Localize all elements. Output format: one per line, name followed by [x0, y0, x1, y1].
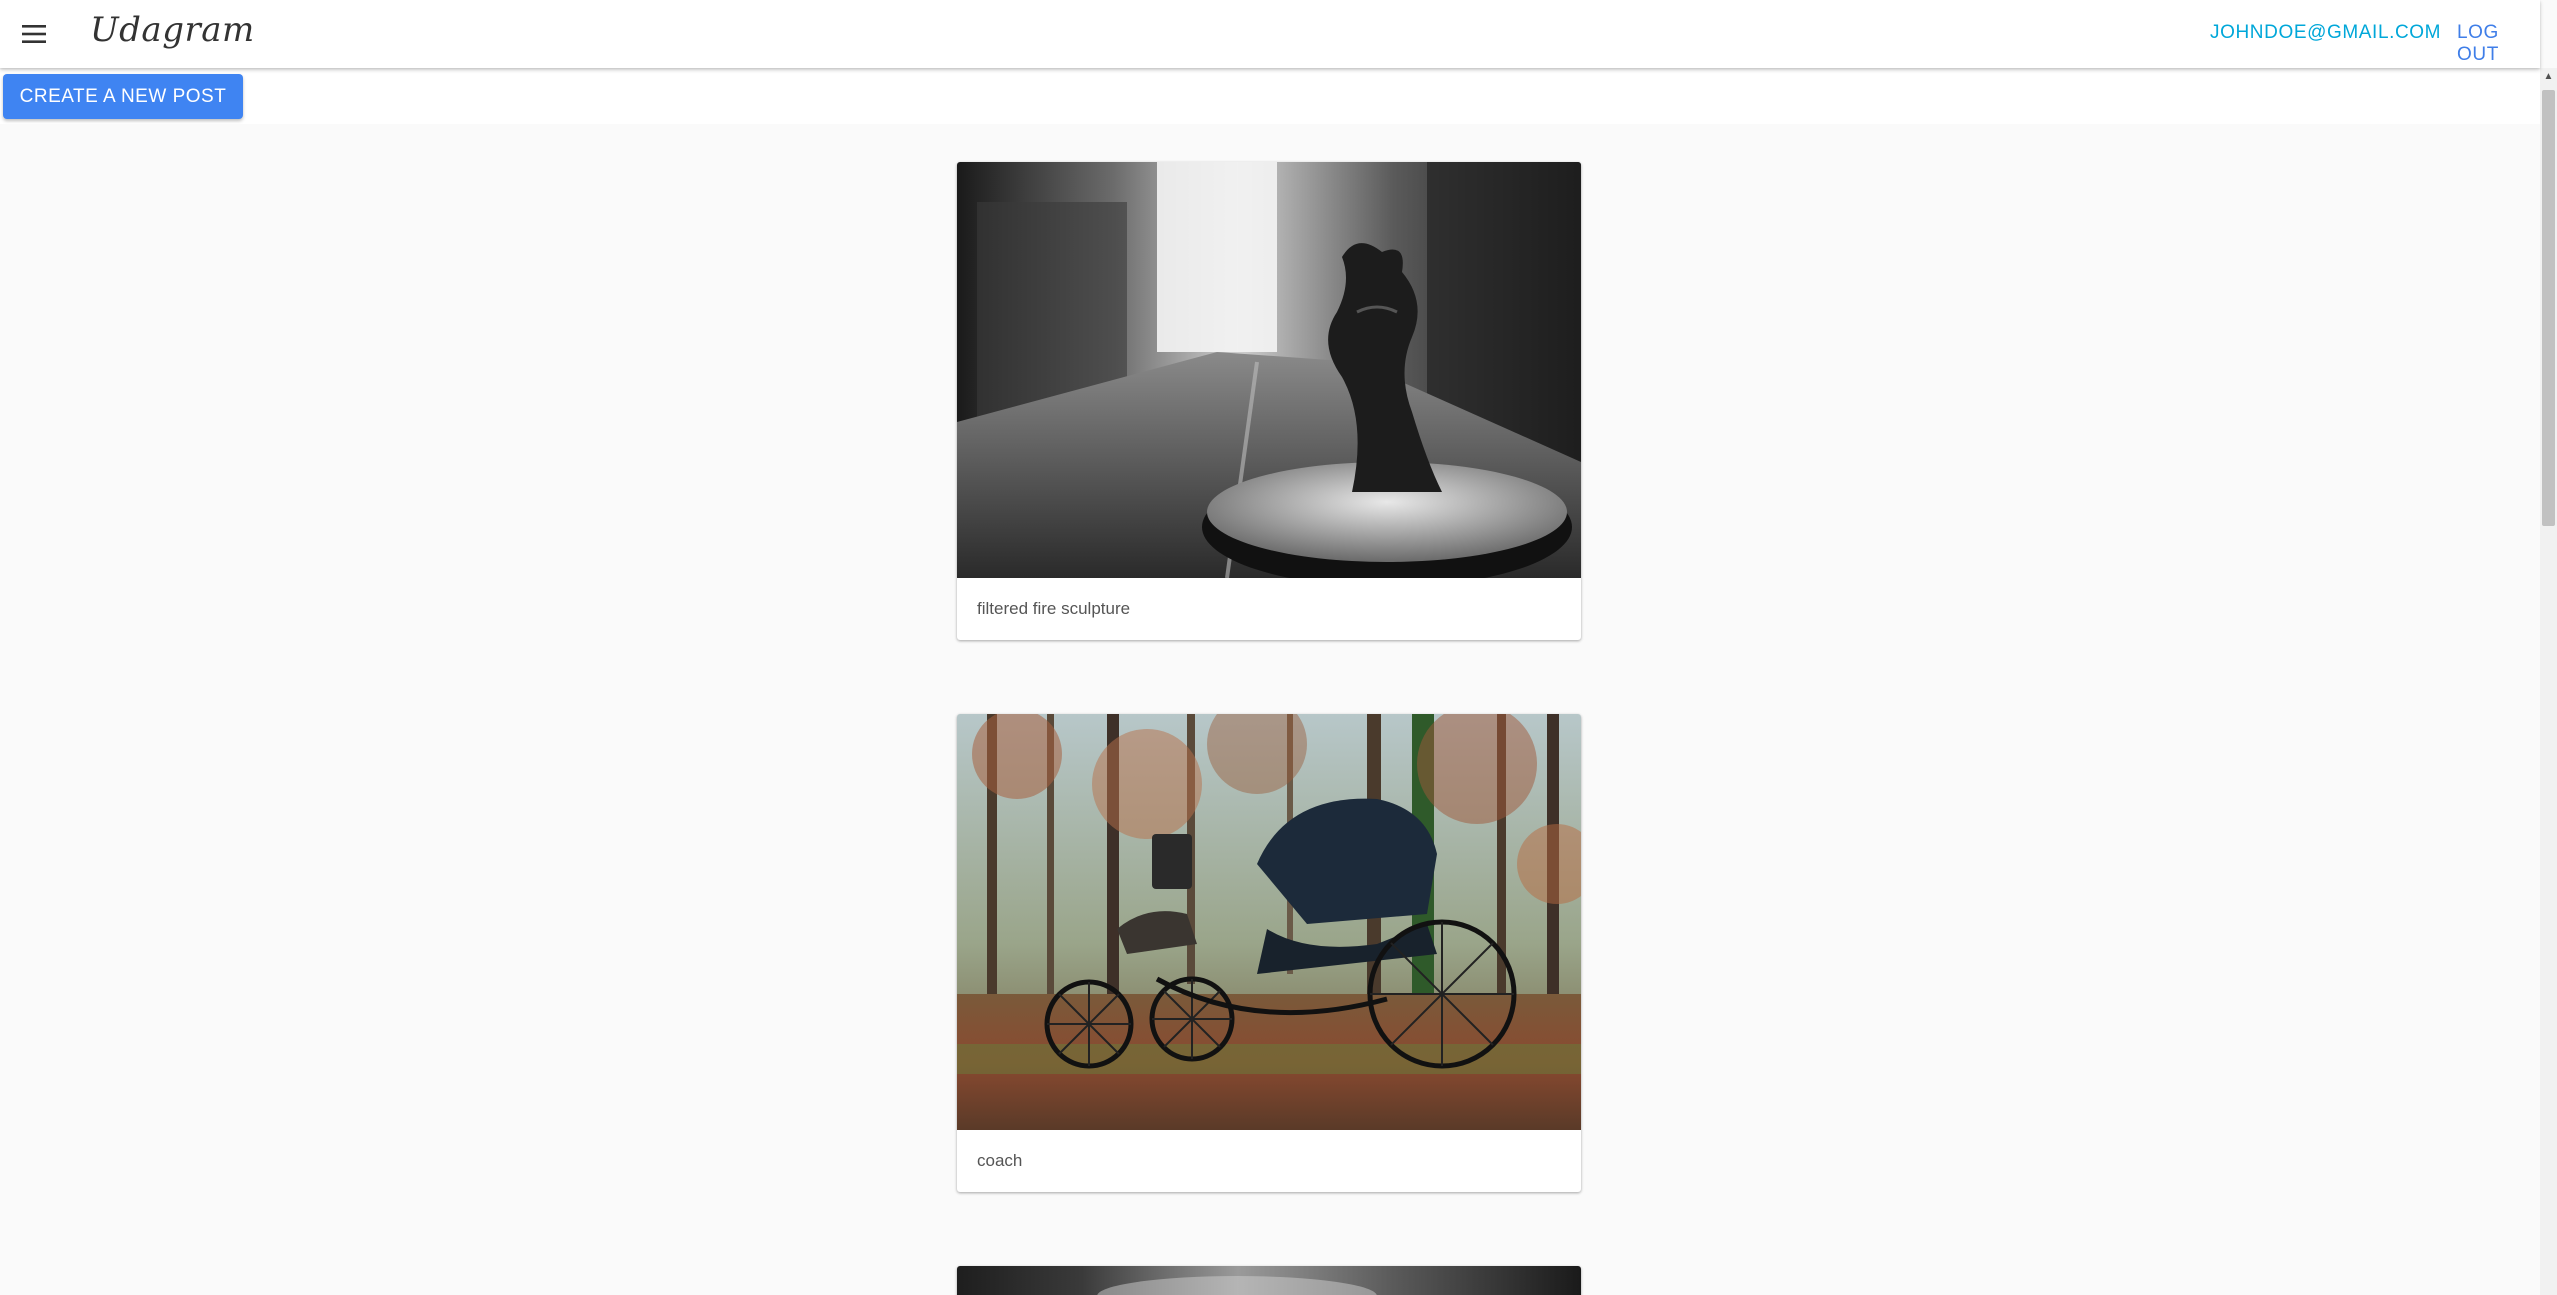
user-email-link[interactable]: johndoe@gmail.com [2210, 22, 2441, 44]
post-image[interactable] [957, 714, 1581, 1130]
sculpture-photo [957, 162, 1581, 578]
hamburger-menu-icon [22, 25, 46, 43]
post-card[interactable] [957, 1266, 1581, 1295]
post-image[interactable] [957, 162, 1581, 578]
logout-link[interactable]: Log out [2457, 22, 2540, 66]
create-post-bar: Create a new post [0, 68, 2540, 124]
post-card[interactable]: coach [957, 714, 1581, 1192]
carriage-photo [957, 714, 1581, 1130]
brand-logo[interactable]: Udagram [90, 10, 255, 50]
partial-photo [957, 1266, 1581, 1295]
scroll-up-arrow-icon[interactable]: ▲ [2540, 68, 2557, 85]
app-page: Udagram johndoe@gmail.com Log out Create… [0, 0, 2557, 1295]
post-card[interactable]: filtered fire sculpture [957, 162, 1581, 640]
menu-button[interactable] [14, 14, 54, 54]
top-app-bar: Udagram johndoe@gmail.com Log out [0, 0, 2540, 68]
post-image[interactable] [957, 1266, 1581, 1295]
post-caption: coach [977, 1151, 1023, 1170]
scrollbar-thumb[interactable] [2542, 90, 2555, 526]
create-post-button[interactable]: Create a new post [3, 74, 243, 119]
post-caption: filtered fire sculpture [977, 599, 1131, 618]
